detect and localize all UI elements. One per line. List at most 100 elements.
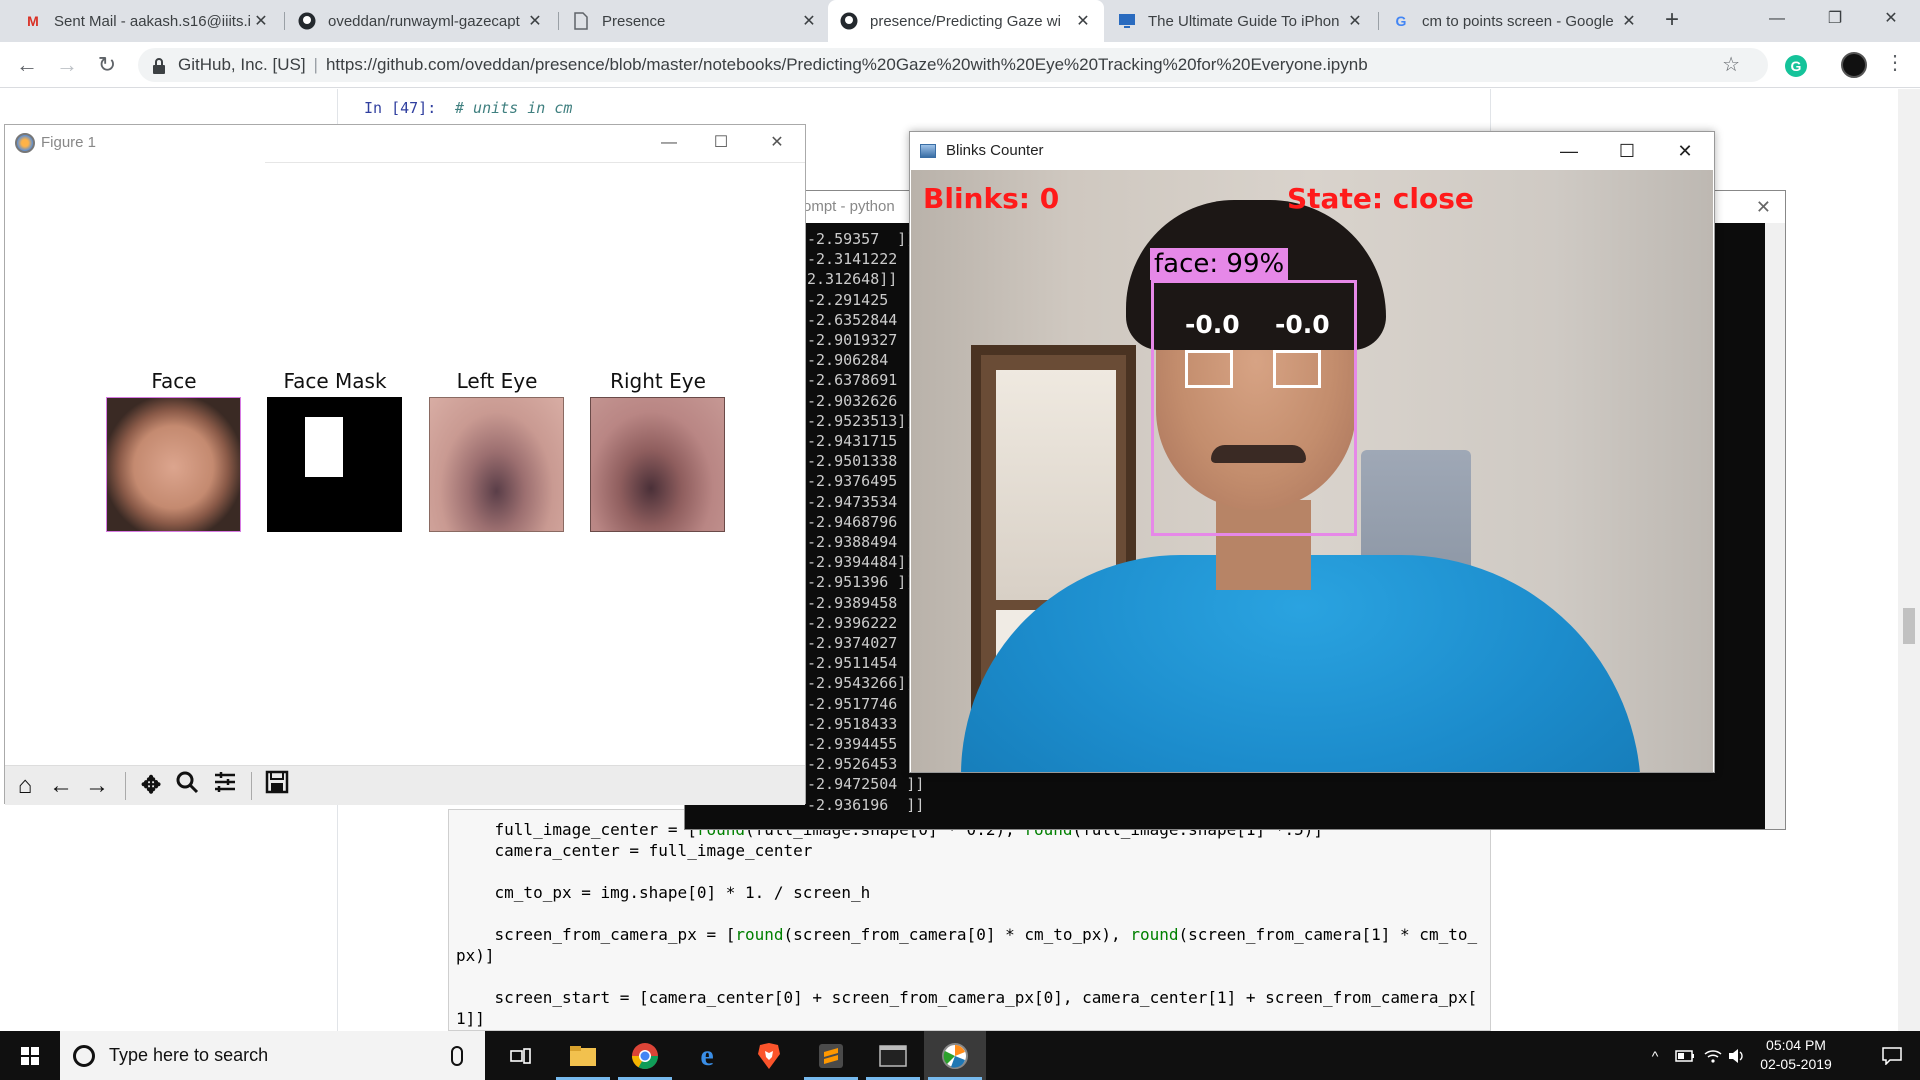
figure-toolbar: ⌂ ← → ✥ <box>5 765 805 805</box>
cmd-output: -2.59357 ]] -2.3141222 2.312648]] -2.291425… <box>807 229 924 815</box>
left-eye-value: -0.0 <box>1185 310 1240 339</box>
tab-title: presence/Predicting Gaze wi <box>870 12 1061 30</box>
code-line: px)] <box>456 946 495 965</box>
profile-avatar[interactable] <box>1841 52 1867 78</box>
cmd-output-line: -2.291425 <box>807 290 889 309</box>
matplotlib-icon[interactable] <box>924 1031 986 1080</box>
grammarly-extension-icon[interactable]: G <box>1785 55 1807 77</box>
close-tab-icon[interactable]: ✕ <box>1074 11 1092 31</box>
maximize-icon[interactable]: ☐ <box>693 125 749 161</box>
notifications-icon[interactable] <box>1864 1031 1920 1080</box>
left-eye-box <box>1185 350 1233 388</box>
panel-label-left-eye: Left Eye <box>456 369 538 393</box>
cmd-output-line: -2.9472504 ]] <box>807 775 925 794</box>
face-confidence-label: face: 99% <box>1150 248 1289 280</box>
forward-arrow-icon[interactable]: → <box>81 770 113 802</box>
cmd-output-line: -2.9511454 <box>807 654 898 673</box>
minimize-icon[interactable]: — <box>1748 0 1806 38</box>
cmd-output-line: -2.9517746 <box>807 694 898 713</box>
close-icon[interactable]: ✕ <box>1756 191 1771 223</box>
page-scrollbar-thumb[interactable] <box>1903 608 1915 644</box>
code-builtin-function: round <box>1130 925 1179 944</box>
cmd-output-line: -2.9374027 <box>807 634 898 653</box>
tab-predicting-gaze[interactable]: presence/Predicting Gaze wi ✕ <box>828 0 1104 42</box>
maximize-icon[interactable]: ☐ <box>1598 132 1656 170</box>
tab-presence[interactable]: Presence ✕ <box>560 0 830 42</box>
tab-separator <box>1378 12 1379 30</box>
volume-icon[interactable] <box>1726 1031 1748 1080</box>
cortana-icon <box>73 1044 95 1067</box>
back-icon[interactable]: ← <box>12 50 42 80</box>
tab-runwayml[interactable]: oveddan/runwayml-gazecapt ✕ <box>286 0 556 42</box>
taskbar-search[interactable]: Type here to search <box>60 1031 485 1080</box>
menu-dots-icon[interactable]: ⋮ <box>1885 50 1905 75</box>
cmd-output-line: -2.9396222 <box>807 613 898 632</box>
minimize-icon[interactable]: — <box>641 125 697 161</box>
cmd-output-line: 2.312648]] <box>807 270 898 289</box>
code-text: cm_to_px = img.shape[0] * 1. / screen_h <box>456 883 871 902</box>
address-bar[interactable]: GitHub, Inc. [US] | https://github.com/o… <box>138 48 1768 82</box>
close-tab-icon[interactable]: ✕ <box>800 11 818 31</box>
tab-google-search[interactable]: G cm to points screen - Google ✕ <box>1380 0 1650 42</box>
microphone-icon[interactable] <box>451 1045 463 1066</box>
terminal-icon[interactable] <box>862 1031 924 1080</box>
code-line: cm_to_px = img.shape[0] * 1. / screen_h <box>456 883 871 902</box>
left-eye-image <box>429 397 564 532</box>
document-icon <box>572 12 590 30</box>
panel-label-face: Face <box>151 369 197 393</box>
show-hidden-icons-icon[interactable]: ^ <box>1640 1031 1670 1080</box>
webcam-feed: Blinks: 0 State: close face: 99% -0.0 -0… <box>911 170 1713 772</box>
close-tab-icon[interactable]: ✕ <box>252 11 270 31</box>
close-tab-icon[interactable]: ✕ <box>1346 11 1364 31</box>
cmd-output-line: -2.6352844 <box>807 310 898 329</box>
tab-title: The Ultimate Guide To iPhon <box>1148 12 1340 30</box>
background-door-glass <box>996 370 1116 600</box>
bookmark-star-icon[interactable]: ☆ <box>1722 52 1740 77</box>
tab-iphone-guide[interactable]: The Ultimate Guide To iPhon ✕ <box>1106 0 1376 42</box>
tab-gmail[interactable]: M Sent Mail - aakash.s16@iiits.i ✕ <box>12 0 282 42</box>
code-builtin-function: round <box>735 925 784 944</box>
cmd-output-line: -2.9376495 <box>807 472 898 491</box>
url-text[interactable]: https://github.com/oveddan/presence/blob… <box>326 55 1368 75</box>
task-view-icon[interactable] <box>490 1031 552 1080</box>
close-tab-icon[interactable]: ✕ <box>526 11 544 31</box>
blinks-counter-window[interactable]: Blinks Counter — ☐ ✕ Blinks: 0 State: cl… <box>909 131 1715 773</box>
configure-subplots-icon[interactable] <box>209 770 241 802</box>
minimize-icon[interactable]: — <box>1540 132 1598 170</box>
cell-prompt: In [47]: <box>364 99 437 117</box>
windows-logo-icon <box>21 1047 39 1065</box>
file-explorer-icon[interactable] <box>552 1031 614 1080</box>
wifi-icon[interactable] <box>1700 1031 1726 1080</box>
home-icon[interactable]: ⌂ <box>9 770 41 802</box>
blinks-count-text: Blinks: 0 <box>923 182 1060 215</box>
chrome-icon[interactable] <box>614 1031 676 1080</box>
new-tab-button[interactable]: + <box>1657 6 1687 36</box>
cmd-output-line: -2.951396 ]] <box>807 573 916 592</box>
close-window-icon[interactable]: ✕ <box>1862 0 1920 38</box>
close-icon[interactable]: ✕ <box>749 125 805 161</box>
back-arrow-icon[interactable]: ← <box>45 770 77 802</box>
sublime-text-icon[interactable] <box>800 1031 862 1080</box>
forward-icon[interactable]: → <box>52 50 82 80</box>
save-icon[interactable] <box>261 770 293 802</box>
code-text: screen_start = [camera_center[0] + scree… <box>456 988 1478 1007</box>
brave-icon[interactable] <box>738 1031 800 1080</box>
edge-icon[interactable]: e <box>676 1031 738 1080</box>
pan-icon[interactable]: ✥ <box>135 770 167 802</box>
battery-icon[interactable] <box>1670 1031 1700 1080</box>
reload-icon[interactable]: ↻ <box>92 50 122 80</box>
zoom-icon[interactable] <box>171 770 203 802</box>
page-scrollbar[interactable] <box>1898 89 1920 1031</box>
start-button[interactable] <box>0 1031 60 1080</box>
close-tab-icon[interactable]: ✕ <box>1620 11 1638 31</box>
address-separator: | <box>313 55 318 74</box>
restore-icon[interactable]: ❐ <box>1806 0 1864 38</box>
cmd-output-line: -2.9394455 <box>807 735 898 754</box>
figure-window[interactable]: Figure 1 — ☐ ✕ Face Face Mask Left Eye R… <box>4 124 806 805</box>
close-icon[interactable]: ✕ <box>1656 132 1714 170</box>
code-comment: # units in cm <box>455 99 573 117</box>
tab-title: cm to points screen - Google <box>1422 12 1614 30</box>
system-clock[interactable]: 05:04 PM 02-05-2019 <box>1748 1036 1844 1074</box>
code-text: (screen_from_camera[1] * cm_to_ <box>1178 925 1478 944</box>
cmd-scrollbar[interactable] <box>1765 223 1785 829</box>
